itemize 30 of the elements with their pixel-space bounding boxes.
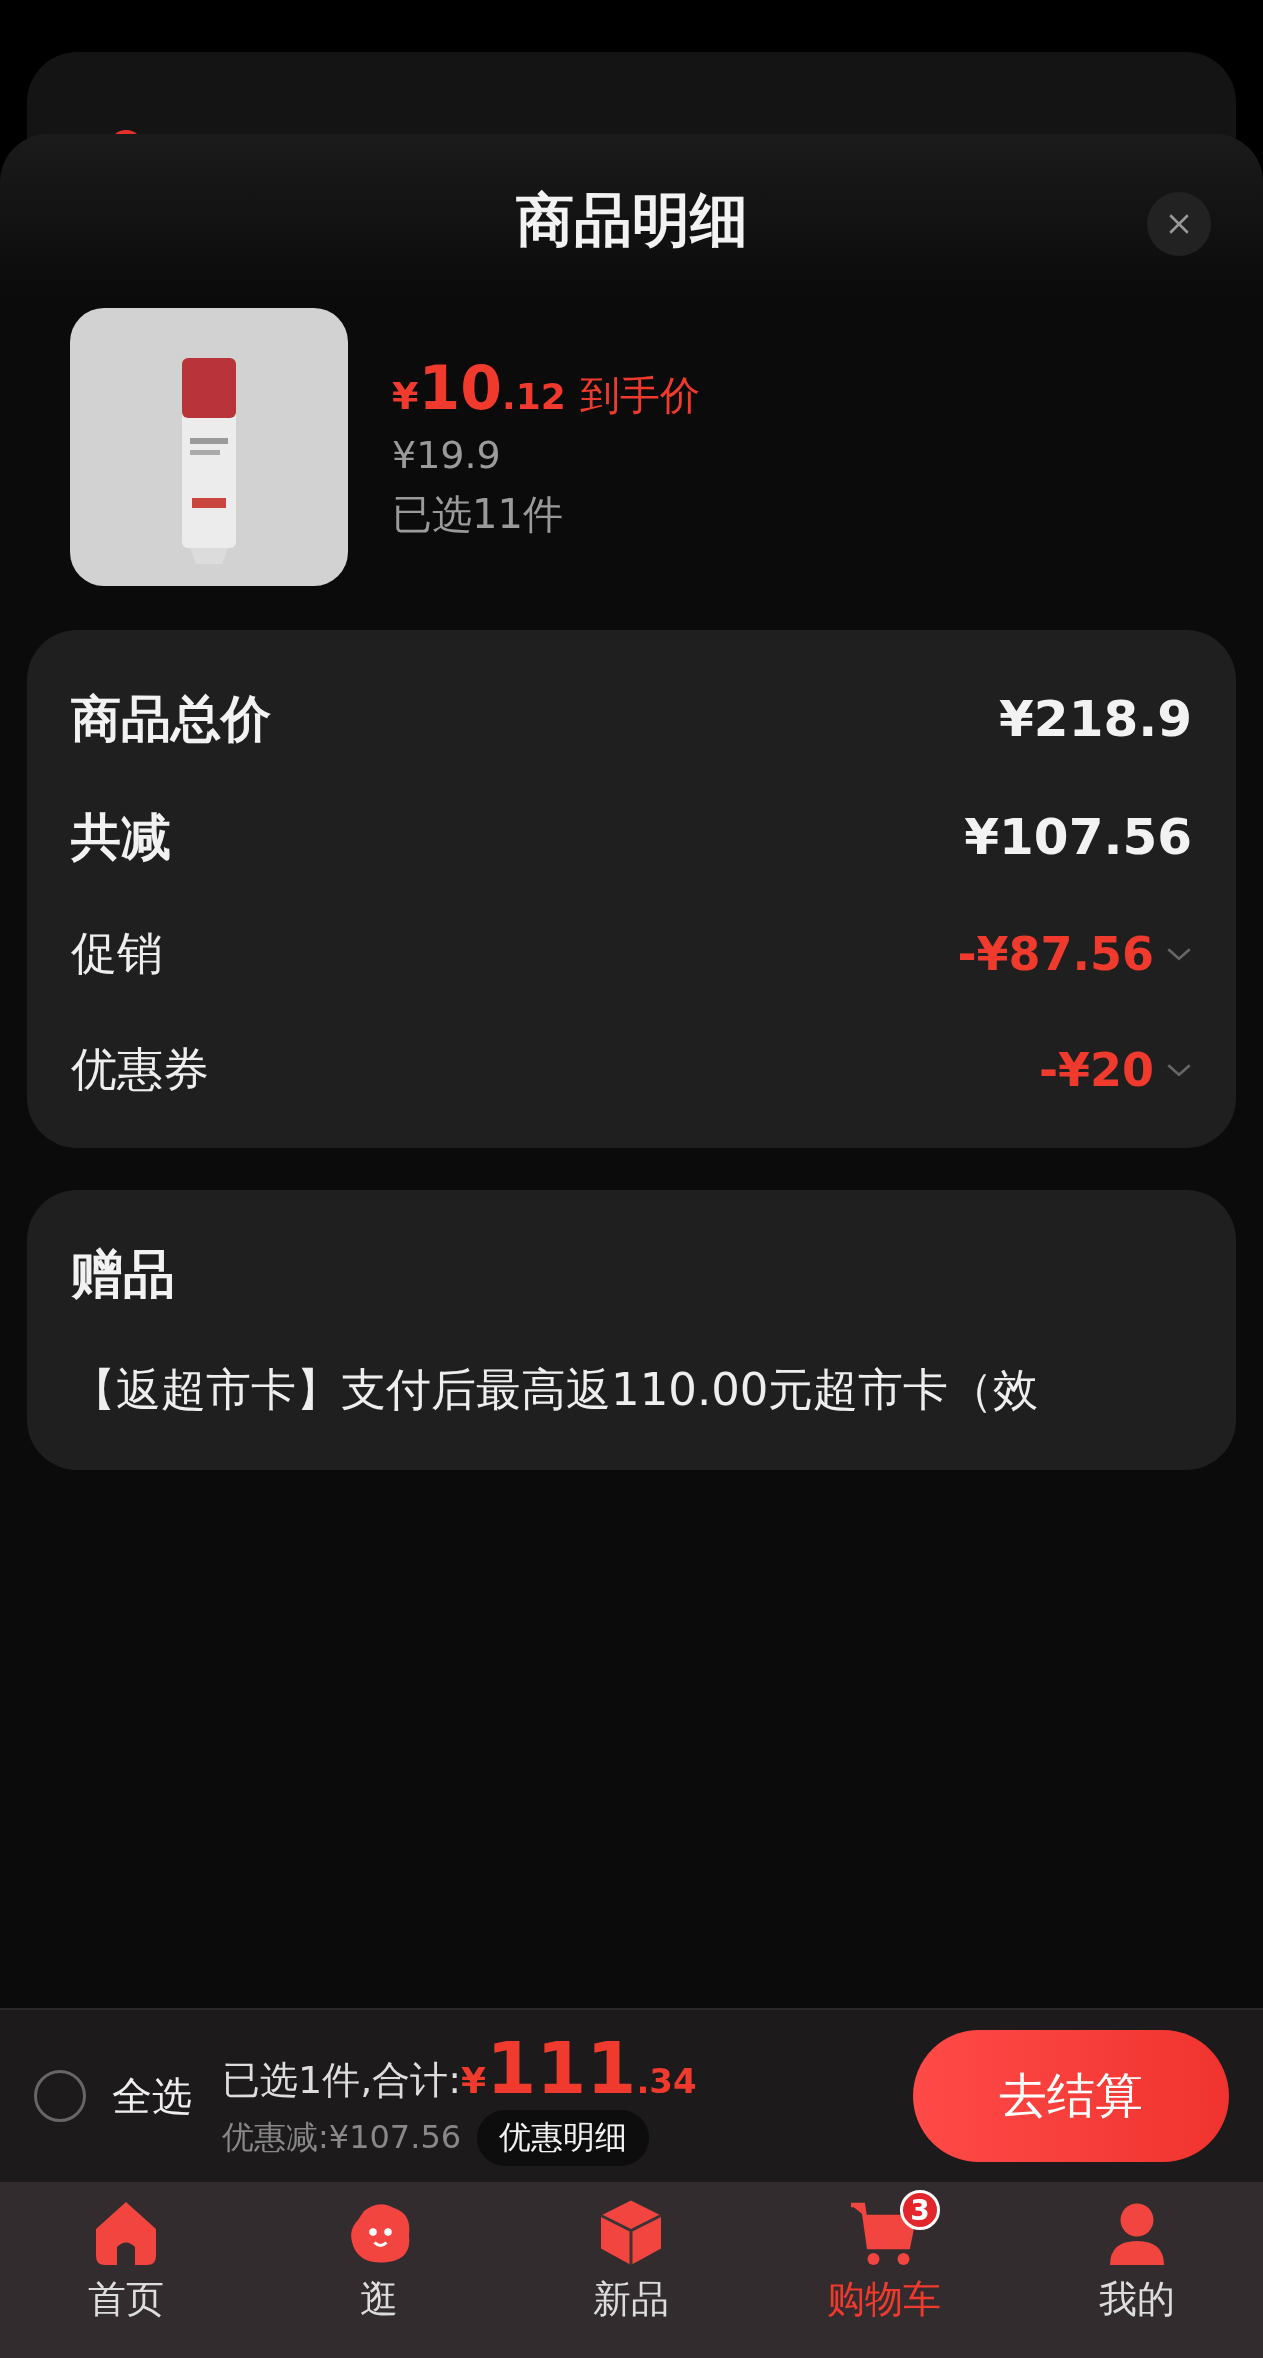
discount-details-button[interactable]: 优惠明细 xyxy=(477,2110,650,2166)
row-label: 优惠券 xyxy=(71,1041,209,1098)
total-price: ¥111.34 xyxy=(461,2026,697,2110)
gift-title: 赠品 xyxy=(71,1243,176,1306)
original-price: ¥19.9 xyxy=(392,432,502,477)
select-all-radio[interactable] xyxy=(34,2070,86,2122)
row-amount: ¥218.9 xyxy=(999,690,1192,748)
row-label: 共减 xyxy=(71,806,171,868)
row-amount[interactable]: -¥20 xyxy=(1038,1043,1154,1097)
chevron-down-icon[interactable] xyxy=(1166,1062,1192,1078)
price-label: 到手价 xyxy=(579,370,700,420)
sheet-title: 商品明细 xyxy=(515,185,748,256)
tab-bar-item[interactable]: 我的 xyxy=(1010,2182,1263,2358)
tab-bar-item[interactable]: 3 购物车 xyxy=(757,2182,1011,2358)
row-label: 促销 xyxy=(71,925,163,982)
checkout-button[interactable]: 去结算 xyxy=(913,2030,1229,2162)
select-all-label[interactable]: 全选 xyxy=(112,2068,192,2124)
tab-bar-item[interactable]: 新品 xyxy=(505,2182,758,2358)
tab-bar-item[interactable]: 首页 xyxy=(0,2182,253,2358)
selected-count: 已选11件 xyxy=(392,489,564,539)
final-price: ¥10.12 xyxy=(392,352,566,423)
cart-count-badge: 3 xyxy=(900,2190,941,2230)
row-amount[interactable]: -¥87.56 xyxy=(957,927,1154,981)
summary-label: 已选1件,合计: xyxy=(222,2057,462,2104)
tab-bar-item[interactable]: 逛 xyxy=(252,2182,506,2358)
gift-description: 【返超市卡】支付后最高返110.00元超市卡（效 xyxy=(71,1362,1040,1418)
row-label: 商品总价 xyxy=(71,688,271,750)
chevron-down-icon[interactable] xyxy=(1166,946,1192,962)
row-amount: ¥107.56 xyxy=(964,808,1192,866)
saved-amount: 优惠减:¥107.56 xyxy=(222,2117,462,2158)
